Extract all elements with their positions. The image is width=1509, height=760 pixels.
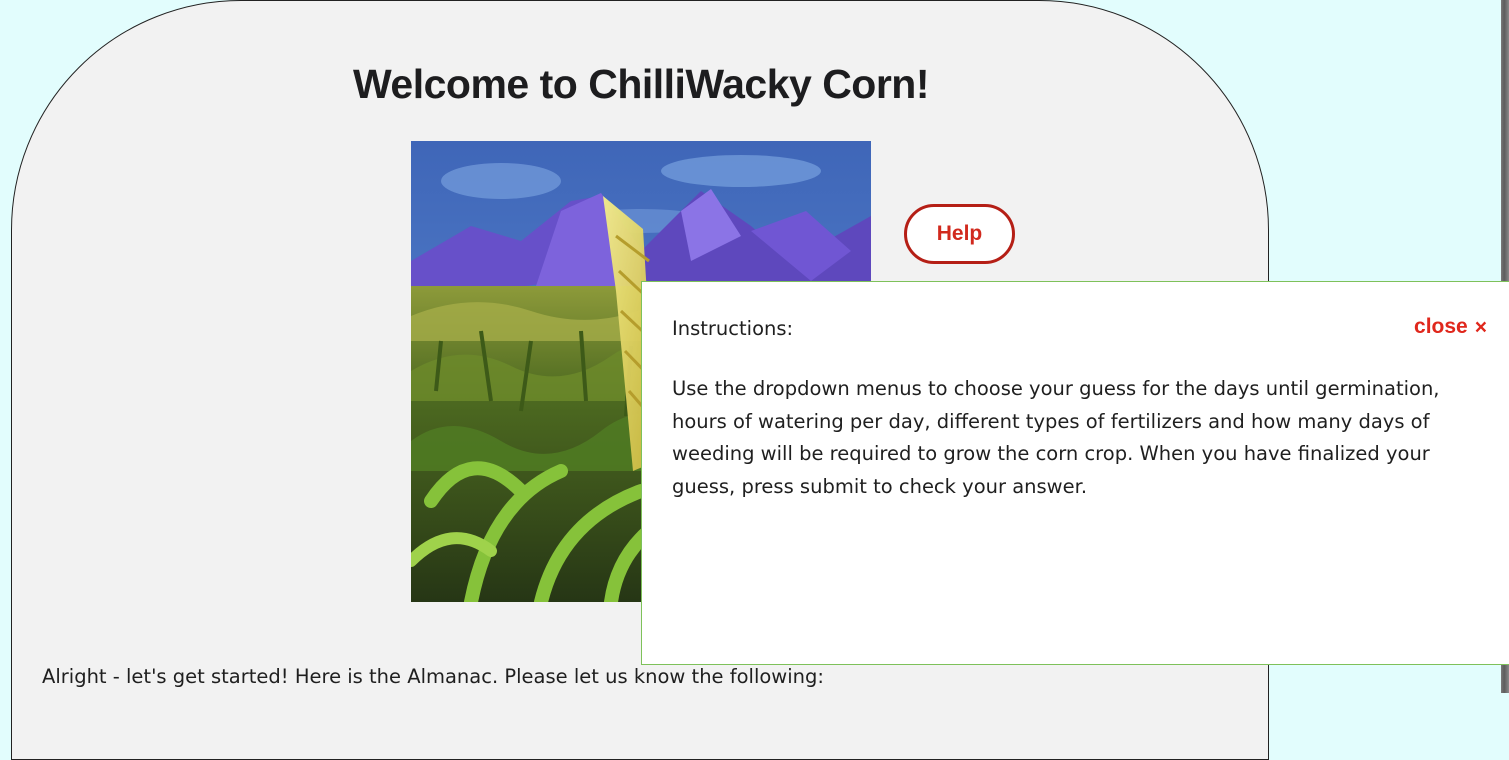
instructions-modal: Instructions: close × Use the dropdown m… [641, 281, 1509, 665]
intro-text: Alright - let's get started! Here is the… [42, 665, 824, 688]
modal-heading: Instructions: [672, 317, 794, 340]
close-button[interactable]: close × [1414, 315, 1487, 339]
help-button[interactable]: Help [904, 204, 1015, 264]
close-label: close [1414, 315, 1468, 338]
modal-body-text: Use the dropdown menus to choose your gu… [672, 377, 1440, 498]
close-icon: × [1474, 315, 1487, 339]
page-title: Welcome to ChilliWacky Corn! [352, 61, 930, 107]
